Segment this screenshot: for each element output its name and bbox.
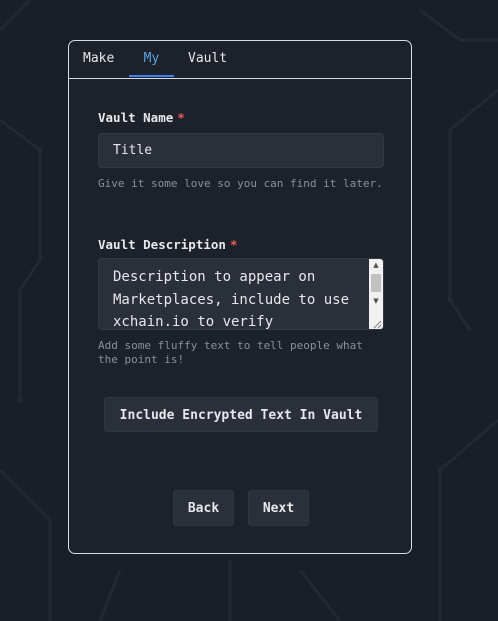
vault-description-label: Vault Description * <box>98 237 237 252</box>
required-marker: * <box>177 110 185 125</box>
next-button[interactable]: Next <box>248 490 309 526</box>
vault-name-label: Vault Name * <box>98 110 185 125</box>
vault-description-text[interactable]: Description to appear on Marketplaces, i… <box>113 266 363 329</box>
vault-description-textarea[interactable]: Description to appear on Marketplaces, i… <box>98 258 384 330</box>
textarea-scrollbar[interactable]: ▲ ▼ <box>369 259 383 329</box>
tab-vault[interactable]: Vault <box>188 41 227 78</box>
tab-bar: Make My Vault <box>69 41 411 79</box>
back-button[interactable]: Back <box>173 490 234 526</box>
tab-my[interactable]: My <box>129 41 174 77</box>
include-encrypted-text-button[interactable]: Include Encrypted Text In Vault <box>104 397 378 432</box>
scrollbar-thumb[interactable] <box>371 274 381 292</box>
required-marker: * <box>229 237 238 252</box>
vault-description-label-text: Vault Description <box>98 237 226 252</box>
vault-form-panel: Make My Vault Vault Name* Give it some l… <box>68 40 412 554</box>
resize-grip-icon[interactable] <box>369 315 383 329</box>
scroll-down-arrow-icon[interactable]: ▼ <box>369 295 383 308</box>
scroll-up-arrow-icon[interactable]: ▲ <box>369 259 383 272</box>
vault-name-label-text: Vault Name <box>98 110 174 125</box>
vault-description-hint: Add some fluffy text to tell people what… <box>98 339 363 366</box>
vault-name-hint: Give it some love so you can find it lat… <box>98 177 383 190</box>
tab-make[interactable]: Make <box>83 41 114 78</box>
vault-name-input[interactable] <box>98 133 384 168</box>
